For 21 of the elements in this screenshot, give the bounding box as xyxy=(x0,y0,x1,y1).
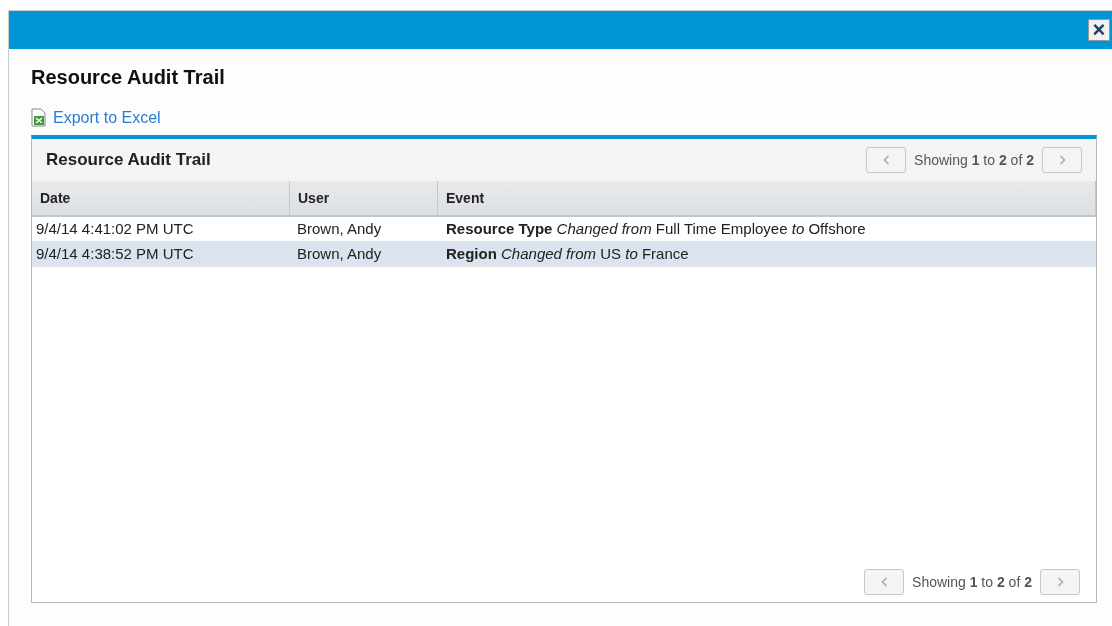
export-to-excel-link[interactable]: Export to Excel xyxy=(53,109,161,127)
spreadsheet-icon xyxy=(31,108,47,127)
user-cell-text: Brown, Andy xyxy=(296,218,383,239)
pagination-status: Showing 1 to 2 of 2 xyxy=(911,572,1033,592)
event-cell-text: Resource Type Changed from Full Time Employee to Offshore xyxy=(445,218,867,239)
close-button[interactable]: × xyxy=(1088,19,1110,41)
chevron-left-icon xyxy=(882,155,890,165)
chevron-right-icon xyxy=(1056,577,1064,587)
date-cell-text: 9/4/14 4:38:52 PM UTC xyxy=(35,243,195,264)
dialog-title: Resource Audit Trail xyxy=(31,65,226,89)
column-header[interactable]: Date xyxy=(32,181,290,215)
event-cell-text: Region Changed from US to France xyxy=(445,243,690,264)
date-cell-text: 9/4/14 4:41:02 PM UTC xyxy=(35,218,195,239)
user-cell-text: Brown, Andy xyxy=(296,243,383,264)
pagination-status: Showing 1 to 2 of 2 xyxy=(913,150,1035,170)
panel-title: Resource Audit Trail xyxy=(46,149,211,172)
column-header[interactable]: Event xyxy=(438,181,1096,215)
column-header[interactable]: User xyxy=(290,181,438,215)
chevron-right-icon xyxy=(1058,155,1066,165)
table-row[interactable]: 9/4/14 4:38:52 PM UTC Brown, Andy Region Changed from US to France xyxy=(32,242,1096,267)
chevron-left-icon xyxy=(880,577,888,587)
